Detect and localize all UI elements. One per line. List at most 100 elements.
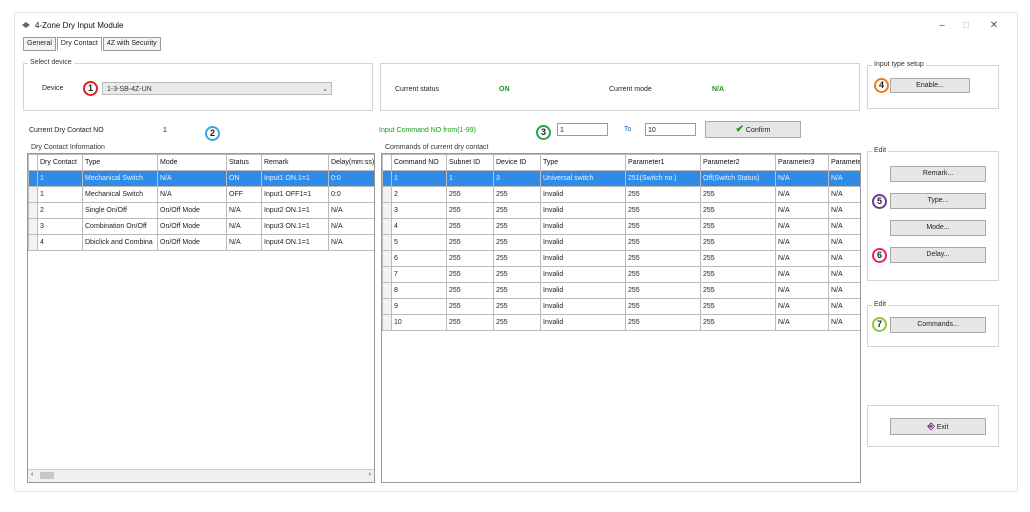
row-header[interactable] <box>28 218 38 235</box>
table-cell[interactable]: Universal switch <box>540 170 626 187</box>
table-cell[interactable]: 6 <box>391 250 447 267</box>
table-cell[interactable]: 255 <box>625 314 701 331</box>
delay-button[interactable]: Delay... <box>890 247 986 263</box>
table-cell[interactable]: 255 <box>625 218 701 235</box>
row-header[interactable] <box>382 202 392 219</box>
table-cell[interactable]: 255 <box>700 218 776 235</box>
table-cell[interactable]: 5 <box>391 234 447 251</box>
table-cell[interactable]: 255 <box>700 314 776 331</box>
row-header[interactable] <box>382 218 392 235</box>
command-row[interactable]: 8 255 255 Invalid 255 255 N/A N/A <box>382 282 860 299</box>
column-header[interactable]: Command NO <box>391 154 447 171</box>
commands-button[interactable]: Commands... <box>890 317 986 333</box>
table-cell[interactable]: N/A <box>828 250 860 267</box>
table-cell[interactable]: Mechanical Switch <box>82 186 158 203</box>
row-header[interactable] <box>28 234 38 251</box>
table-cell[interactable]: Mechanical Switch <box>82 170 158 187</box>
table-cell[interactable]: N/A <box>226 234 262 251</box>
close-button[interactable]: ✕ <box>985 19 1003 33</box>
table-cell[interactable]: N/A <box>828 234 860 251</box>
scroll-left-icon[interactable]: ‹ <box>31 471 33 478</box>
table-cell[interactable]: N/A <box>775 234 829 251</box>
table-cell[interactable]: Input3 ON.1=1 <box>261 218 329 235</box>
table-cell[interactable]: 255 <box>446 250 494 267</box>
table-cell[interactable]: Single On/Off <box>82 202 158 219</box>
horizontal-scrollbar[interactable]: ‹ › <box>28 469 374 482</box>
confirm-button[interactable]: ✔ Confirm <box>705 121 801 138</box>
table-cell[interactable]: 1 <box>446 170 494 187</box>
table-cell[interactable]: 255 <box>700 282 776 299</box>
table-cell[interactable]: Invalid <box>540 234 626 251</box>
command-row[interactable]: 9 255 255 Invalid 255 255 N/A N/A <box>382 298 860 315</box>
table-cell[interactable]: 255 <box>446 282 494 299</box>
table-cell[interactable]: N/A <box>775 298 829 315</box>
exit-button[interactable]: ⎆ Exit <box>890 418 986 435</box>
table-cell[interactable]: N/A <box>828 218 860 235</box>
table-cell[interactable]: N/A <box>226 218 262 235</box>
table-cell[interactable]: 251(Switch no.) <box>625 170 701 187</box>
table-cell[interactable]: Dbiclick and Combina <box>82 234 158 251</box>
table-cell[interactable]: 255 <box>493 298 541 315</box>
table-cell[interactable]: N/A <box>775 218 829 235</box>
table-cell[interactable]: 2 <box>37 202 83 219</box>
row-header[interactable] <box>382 282 392 299</box>
table-cell[interactable]: N/A <box>226 202 262 219</box>
column-header[interactable]: Device ID <box>493 154 541 171</box>
table-cell[interactable]: N/A <box>828 314 860 331</box>
command-row[interactable]: 1 1 3 Universal switch 251(Switch no.) Off(Sw… <box>382 170 860 187</box>
table-cell[interactable]: 255 <box>493 282 541 299</box>
table-cell[interactable]: N/A <box>157 186 227 203</box>
table-cell[interactable]: 255 <box>700 234 776 251</box>
table-cell[interactable]: 9 <box>391 298 447 315</box>
table-cell[interactable]: 255 <box>700 250 776 267</box>
remark-button[interactable]: Remark... <box>890 166 986 182</box>
dry-contact-grid[interactable]: Dry Contact Type Mode Status Remark Delay(mm:… <box>27 153 375 483</box>
table-cell[interactable]: Input1 OFF1=1 <box>261 186 329 203</box>
table-cell[interactable]: N/A <box>775 314 829 331</box>
column-header[interactable]: Delay(mm:ss) <box>328 154 374 171</box>
row-header[interactable] <box>382 250 392 267</box>
dry-contact-row[interactable]: 1 Mechanical Switch N/A ON Input1 ON.1=1 0:0 <box>28 170 374 187</box>
table-cell[interactable]: 255 <box>493 266 541 283</box>
enable-button[interactable]: Enable... <box>890 78 970 93</box>
command-to-input[interactable]: 10 <box>645 123 696 136</box>
column-header[interactable]: Parameter2 <box>700 154 776 171</box>
row-header[interactable] <box>382 234 392 251</box>
table-cell[interactable]: N/A <box>828 266 860 283</box>
mode-button[interactable]: Mode... <box>890 220 986 236</box>
table-cell[interactable]: N/A <box>328 202 374 219</box>
table-cell[interactable]: 8 <box>391 282 447 299</box>
row-header[interactable] <box>28 186 38 203</box>
maximize-button[interactable]: □ <box>957 19 975 33</box>
table-cell[interactable]: Invalid <box>540 266 626 283</box>
table-cell[interactable]: Off(Switch Status) <box>700 170 776 187</box>
row-header[interactable] <box>382 314 392 331</box>
table-cell[interactable]: Invalid <box>540 250 626 267</box>
table-cell[interactable]: Invalid <box>540 186 626 203</box>
table-cell[interactable]: 1 <box>391 170 447 187</box>
table-cell[interactable]: N/A <box>775 170 829 187</box>
column-header[interactable]: Type <box>540 154 626 171</box>
table-cell[interactable]: On/Off Mode <box>157 218 227 235</box>
command-row[interactable]: 6 255 255 Invalid 255 255 N/A N/A <box>382 250 860 267</box>
table-cell[interactable]: N/A <box>828 298 860 315</box>
table-cell[interactable]: 255 <box>700 186 776 203</box>
table-cell[interactable]: Invalid <box>540 202 626 219</box>
table-cell[interactable]: 1 <box>37 170 83 187</box>
command-row[interactable]: 5 255 255 Invalid 255 255 N/A N/A <box>382 234 860 251</box>
column-header[interactable]: Type <box>82 154 158 171</box>
table-cell[interactable]: 3 <box>493 170 541 187</box>
table-cell[interactable]: Invalid <box>540 314 626 331</box>
table-cell[interactable]: N/A <box>328 218 374 235</box>
table-cell[interactable]: 255 <box>446 234 494 251</box>
table-cell[interactable]: On/Off Mode <box>157 234 227 251</box>
column-header[interactable]: Mode <box>157 154 227 171</box>
column-header[interactable]: Remark <box>261 154 329 171</box>
table-cell[interactable]: N/A <box>775 266 829 283</box>
table-cell[interactable]: 255 <box>446 218 494 235</box>
table-cell[interactable]: 255 <box>493 314 541 331</box>
table-cell[interactable]: 255 <box>700 202 776 219</box>
table-cell[interactable]: 1 <box>37 186 83 203</box>
dry-contact-row[interactable]: 2 Single On/Off On/Off Mode N/A Input2 ON.1=… <box>28 202 374 219</box>
table-cell[interactable]: 255 <box>446 186 494 203</box>
